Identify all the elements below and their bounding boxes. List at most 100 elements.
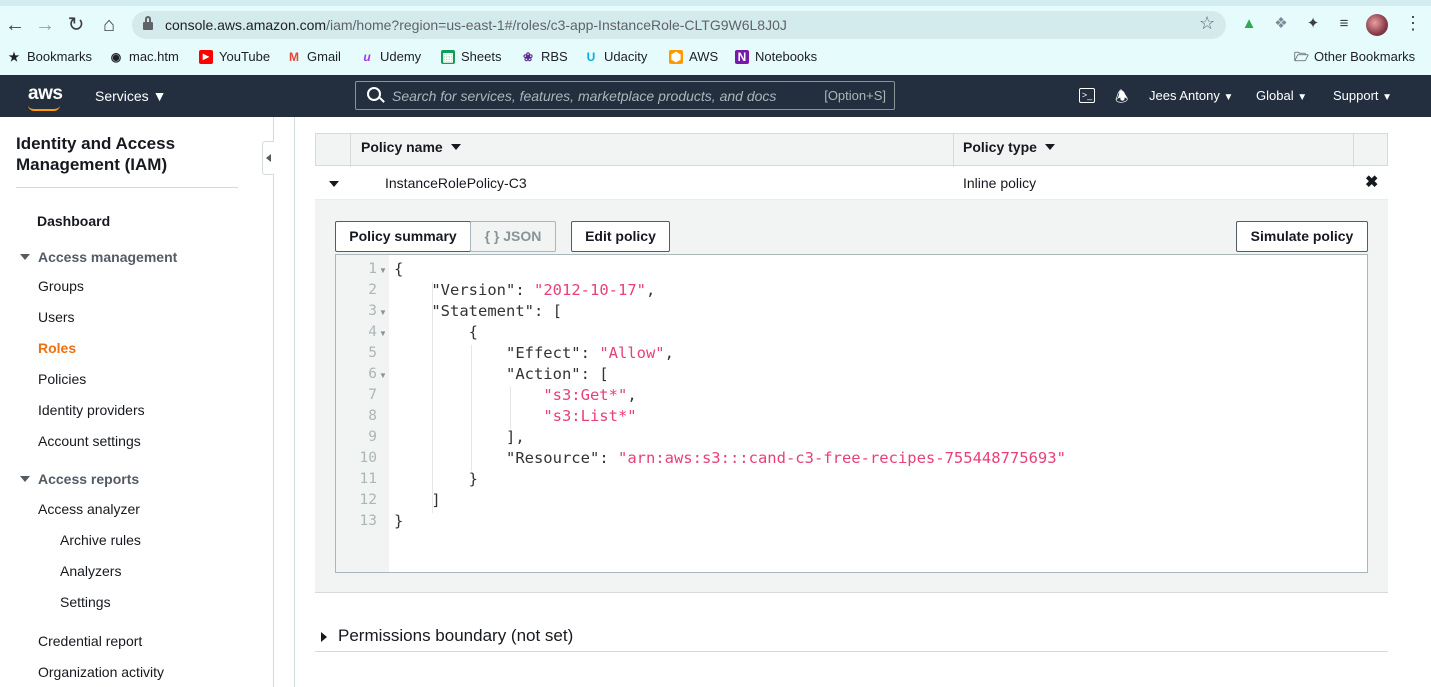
sidebar-section-access-management[interactable]: Access management [20,249,177,265]
aws-logo[interactable]: aws [28,83,63,105]
bookmark-youtube[interactable]: ▶ YouTube [199,49,270,64]
dropdown-caret-icon: ▼ [1297,92,1308,103]
code-line-5: "Effect": "Allow", [505,344,674,362]
bookmark-star-icon[interactable]: ☆ [1199,13,1215,34]
region-menu[interactable]: Global ▼ [1256,88,1307,103]
udacity-icon: U [586,49,596,64]
code-line-9: ], [394,428,525,446]
code-line-12: ] [394,491,441,509]
json-button[interactable]: { } JSON [470,221,556,252]
policy-summary-button[interactable]: Policy summary [335,221,471,252]
code-line-8: "s3:List*" [543,407,637,425]
line-number-gutter: 1 2 3 4 5 6 7 8 9 10 11 12 13 ▼ ▼ ▼ ▼ [336,255,389,572]
dropbox-icon[interactable]: ❖ [1272,15,1290,33]
sidebar-item-credential-report[interactable]: Credential report [38,633,142,649]
cloudshell-icon[interactable]: >_ [1079,88,1095,103]
search-icon [367,87,381,101]
browser-menu-icon[interactable]: ⋮ [1404,13,1422,34]
services-menu[interactable]: Services ▼ [95,88,166,104]
caret-down-icon [20,254,30,260]
service-search[interactable]: Search for services, features, marketpla… [355,81,895,110]
extensions-icon[interactable]: ✦ [1304,15,1322,33]
bookmark-udemy[interactable]: u Udemy [360,49,421,64]
code-line-11: } [394,470,478,488]
fold-icon[interactable]: ▼ [379,266,387,275]
sidebar-item-organization-activity[interactable]: Organization activity [38,664,164,680]
notifications-bell-icon[interactable]: 🕭 [1115,87,1128,112]
column-header-policy-type[interactable]: Policy type [963,134,1055,167]
sidebar-item-groups[interactable]: Groups [38,278,84,294]
sidebar-item-access-analyzer[interactable]: Access analyzer [38,501,140,517]
back-icon[interactable]: ← [4,14,26,36]
caret-down-icon [20,476,30,482]
bookmark-sheets[interactable]: ▦ Sheets [441,49,501,64]
bookmark-gmail[interactable]: M Gmail [287,49,341,64]
sidebar-item-roles[interactable]: Roles [38,340,76,356]
sidebar-item-users[interactable]: Users [38,309,75,325]
sidebar-divider [16,187,238,188]
udemy-icon: u [363,49,371,64]
google-drive-icon[interactable]: ▲ [1240,15,1258,33]
remove-policy-icon[interactable]: ✖ [1365,172,1378,192]
search-placeholder: Search for services, features, marketpla… [392,88,777,104]
json-code-editor[interactable]: 1 2 3 4 5 6 7 8 9 10 11 12 13 ▼ ▼ ▼ ▼ { … [335,254,1368,573]
bookmark-bookmarks[interactable]: ★ Bookmarks [7,49,92,64]
sort-caret-icon [450,144,461,150]
rbs-icon: ❀ [522,49,534,64]
globe-icon: ◉ [110,49,122,64]
expand-row-caret-icon[interactable] [329,181,339,187]
support-menu[interactable]: Support ▼ [1333,88,1392,103]
code-line-10: "Resource": "arn:aws:s3:::cand-c3-free-r… [505,449,1066,467]
collapse-sidebar-button[interactable] [262,141,274,175]
sidebar-title[interactable]: Identity and Access Management (IAM) [16,133,236,175]
dropdown-caret-icon: ▼ [1382,92,1393,103]
bookmark-aws[interactable]: ⬢ AWS [669,49,718,64]
sort-caret-icon [1044,144,1055,150]
aws-icon: ⬢ [669,49,683,64]
aws-logo-smile [28,105,60,111]
code-line-6: "Action": [ [505,365,609,383]
fold-icon[interactable]: ▼ [379,308,387,317]
url-text[interactable]: console.aws.amazon.com/iam/home?region=u… [165,17,787,33]
bookmark-udacity[interactable]: U Udacity [584,49,648,64]
simulate-policy-button[interactable]: Simulate policy [1236,221,1368,252]
sidebar-item-identity-providers[interactable]: Identity providers [38,402,145,418]
bookmark-other[interactable]: 🗁 Other Bookmarks [1294,49,1415,64]
sidebar-item-archive-rules[interactable]: Archive rules [60,532,141,548]
reading-list-icon[interactable]: ≡ [1335,15,1353,33]
forward-icon[interactable]: → [34,14,56,36]
permissions-boundary-section[interactable]: Permissions boundary (not set) [315,622,1388,652]
bookmark-mac-htm[interactable]: ◉ mac.htm [109,49,179,64]
table-row: InstanceRolePolicy-C3 Inline policy ✖ [315,166,1388,200]
sidebar-item-settings[interactable]: Settings [60,594,111,610]
column-header-policy-name[interactable]: Policy name [361,134,461,167]
edit-policy-button[interactable]: Edit policy [571,221,670,252]
code-line-1: { [394,260,404,278]
lock-icon[interactable] [143,16,153,30]
sidebar-item-dashboard[interactable]: Dashboard [37,213,110,229]
aws-top-nav: aws Services ▼ Search for services, feat… [0,75,1431,117]
gmail-icon: M [289,49,299,64]
sidebar-item-analyzers[interactable]: Analyzers [60,563,121,579]
youtube-icon: ▶ [199,49,213,64]
profile-avatar[interactable] [1366,14,1388,36]
fold-icon[interactable]: ▼ [379,329,387,338]
star-icon: ★ [8,49,20,64]
reload-icon[interactable]: ↻ [65,14,87,36]
sidebar-item-account-settings[interactable]: Account settings [38,433,141,449]
code-line-2: "Version": "2012-10-17", [431,281,656,299]
account-menu[interactable]: Jees Antony ▼ [1149,88,1233,103]
sidebar-section-access-reports[interactable]: Access reports [20,471,139,487]
fold-icon[interactable]: ▼ [379,371,387,380]
bookmarks-bar: ★ Bookmarks ◉ mac.htm ▶ YouTube M Gmail u Ude… [0,46,1431,68]
onenote-icon: N [735,49,749,64]
code-line-3: "Statement": [ [431,302,562,320]
home-icon[interactable]: ⌂ [98,14,120,36]
permissions-boundary-title: Permissions boundary (not set) [338,626,574,645]
policy-name-cell[interactable]: InstanceRolePolicy-C3 [385,175,527,191]
sidebar-item-policies[interactable]: Policies [38,371,86,387]
sheets-icon: ▦ [441,49,455,64]
bookmark-notebooks[interactable]: N Notebooks [735,49,817,64]
bookmark-rbs[interactable]: ❀ RBS [521,49,568,64]
dropdown-caret-icon: ▼ [1223,92,1234,103]
